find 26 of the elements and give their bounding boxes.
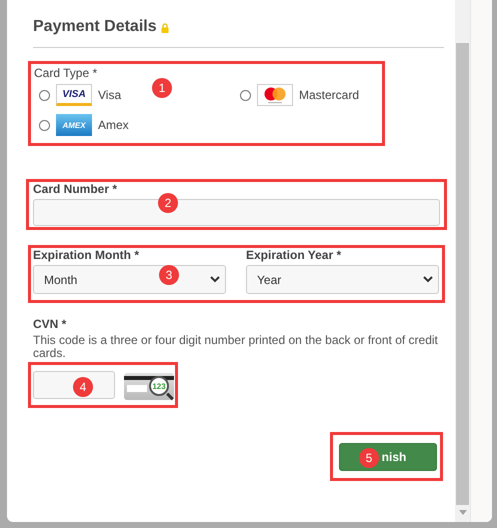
chevron-icon <box>210 276 220 283</box>
card-logo <box>257 84 293 106</box>
option-label: Amex <box>98 118 129 132</box>
help-text: This code is a three or four digit number printed on the back or front of credit cards. <box>33 334 439 360</box>
card-logo: VISA <box>56 84 92 106</box>
scroll-down-icon[interactable] <box>459 510 467 515</box>
field-label: Card Type * <box>34 66 98 80</box>
scrollbar[interactable] <box>455 0 470 522</box>
radio-button[interactable] <box>39 120 50 130</box>
card-logo: AMEX <box>56 114 92 136</box>
radio-button[interactable] <box>240 90 251 100</box>
chevron-icon <box>423 276 433 283</box>
field-label: CVN * <box>33 317 68 331</box>
field-label: Expiration Year * <box>246 248 342 262</box>
dialog-title: Payment Details <box>33 18 157 36</box>
annotation-badge: 1 <box>152 78 172 98</box>
lock-icon <box>160 23 169 33</box>
year-select[interactable]: Year <box>246 265 439 294</box>
card-number-field[interactable] <box>33 199 440 226</box>
option-label: Mastercard <box>299 88 360 102</box>
option-label: Visa <box>98 88 122 102</box>
cvn-card-drawing: 123 <box>124 373 174 400</box>
field-label: Expiration Month * <box>33 248 140 262</box>
radio-button[interactable] <box>39 90 50 100</box>
annotation-badge: 2 <box>158 193 178 213</box>
field-label: Card Number * <box>33 182 118 196</box>
